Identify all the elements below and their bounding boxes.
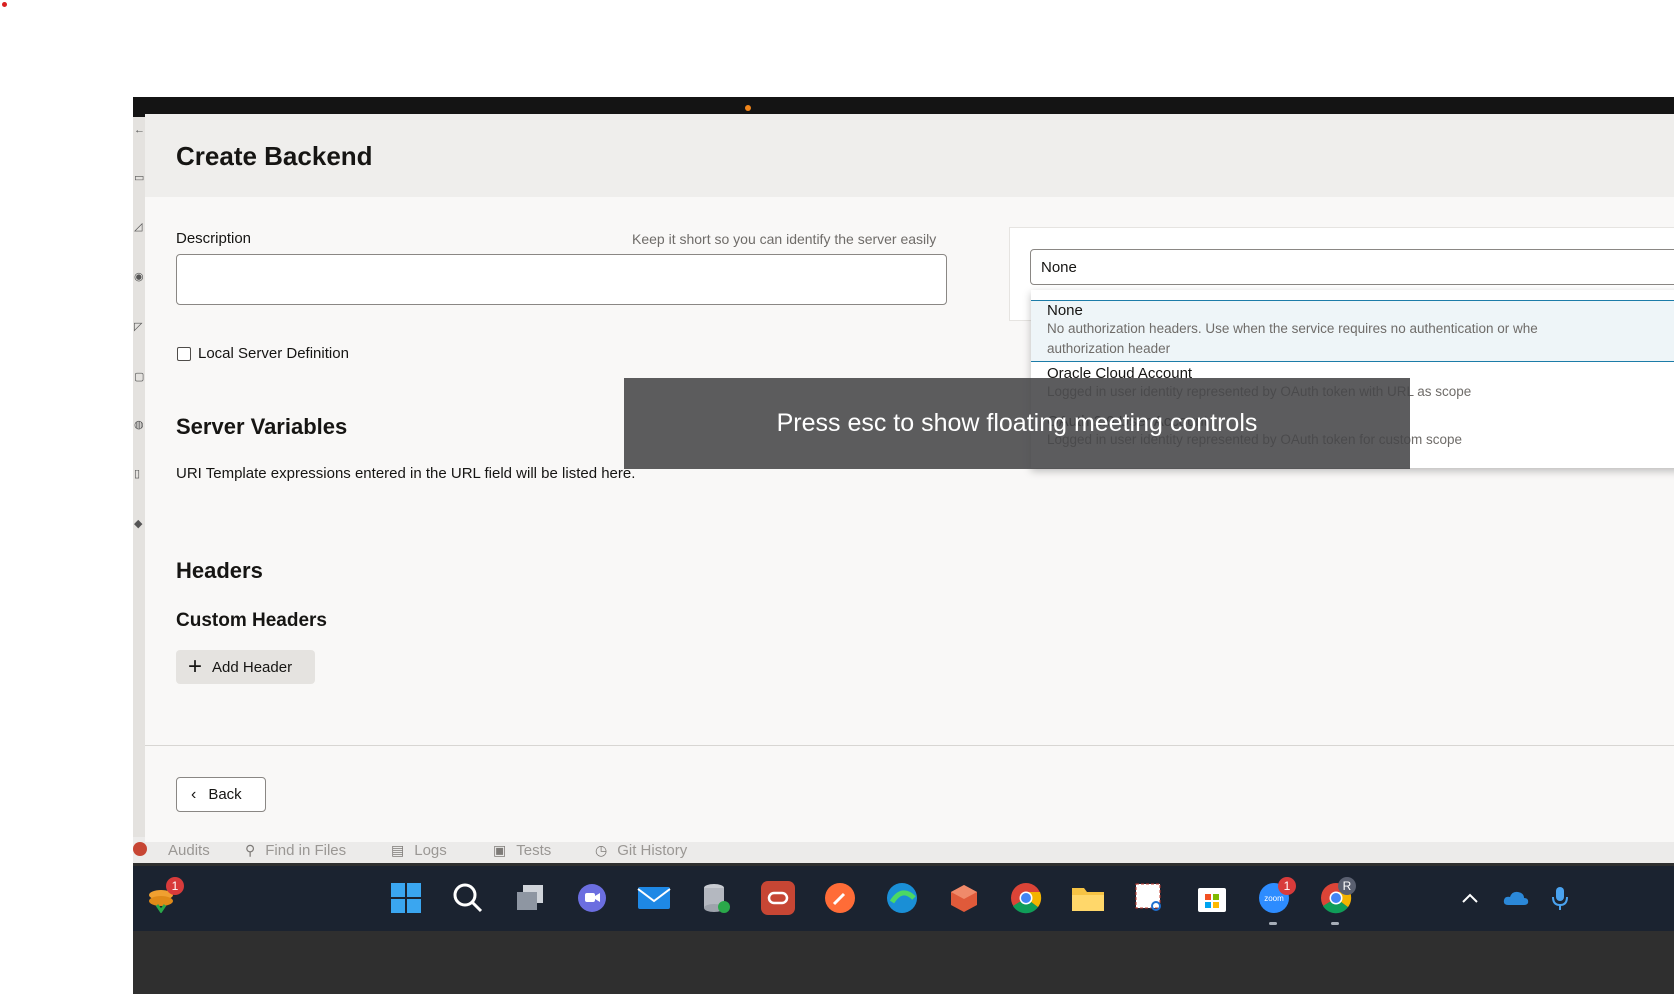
svg-text:zoom: zoom	[1264, 894, 1284, 903]
tab-audits-label: Audits	[168, 842, 210, 859]
description-label: Description	[176, 230, 252, 247]
chrome-icon[interactable]	[1009, 881, 1043, 915]
tab-find-label: Find in Files	[265, 842, 347, 859]
back-label: Back	[208, 786, 242, 803]
chrome-running-indicator	[1331, 922, 1339, 925]
server-variables-title: Server Variables	[176, 414, 348, 439]
server-variables-text: URI Template expressions entered in the …	[176, 465, 636, 482]
option-description: No authorization headers. Use when the s…	[1047, 321, 1538, 336]
tab-git-label: Git History	[617, 842, 688, 859]
tab-find-in-files[interactable]: ⚲ Find in Files	[245, 842, 346, 859]
file-explorer-icon[interactable]	[1071, 881, 1105, 915]
deploy-icon[interactable]: ◿	[134, 222, 144, 233]
share-indicator-dot	[745, 105, 751, 111]
headers-title: Headers	[176, 558, 263, 583]
auth-select[interactable]: None	[1030, 249, 1674, 285]
mail-icon[interactable]	[637, 881, 671, 915]
onedrive-icon[interactable]	[1499, 881, 1533, 915]
search-icon: ⚲	[245, 842, 256, 858]
logs-icon: ▤	[391, 842, 405, 858]
box-icon[interactable]: ▢	[134, 372, 144, 383]
create-backend-dialog: Create Backend Description Keep it short…	[145, 114, 1674, 842]
search-icon[interactable]	[451, 881, 485, 915]
plus-icon: +	[188, 653, 203, 680]
dialog-header: Create Backend	[145, 114, 1674, 197]
teams-chat-icon[interactable]	[575, 881, 609, 915]
monitor-icon[interactable]: ▭	[134, 173, 144, 184]
chevron-up-icon[interactable]	[1453, 881, 1487, 915]
option-title: None	[1047, 302, 1083, 319]
option-description-2: authorization header	[1047, 341, 1171, 356]
edge-icon[interactable]	[885, 881, 919, 915]
taskbar: 1 zoom 1 R	[133, 866, 1674, 931]
description-input[interactable]	[176, 254, 947, 305]
meeting-controls-overlay: Press esc to show floating meeting contr…	[624, 378, 1410, 469]
eye-icon[interactable]: ◉	[134, 272, 144, 283]
tab-tests-label: Tests	[516, 842, 552, 859]
windows-start-icon[interactable]	[389, 881, 423, 915]
cube-app-icon[interactable]	[947, 881, 981, 915]
microsoft-store-icon[interactable]	[1195, 881, 1229, 915]
local-server-label[interactable]: Local Server Definition	[198, 345, 349, 362]
globe-icon[interactable]: ◍	[134, 420, 144, 431]
tab-tests[interactable]: ▣ Tests	[493, 842, 551, 859]
add-header-button[interactable]: + Add Header	[176, 650, 315, 684]
auth-select-value: None	[1041, 259, 1077, 276]
tab-logs-label: Logs	[414, 842, 447, 859]
add-header-label: Add Header	[212, 658, 293, 676]
ide-left-toolbar: ← ▭ ◿ ◉ ◸ ▢ ◍ ▯ ◆	[133, 117, 145, 837]
history-icon: ◷	[595, 842, 608, 858]
chevron-left-icon: ‹	[191, 785, 197, 803]
microphone-icon[interactable]	[1543, 881, 1577, 915]
task-view-icon[interactable]	[513, 881, 547, 915]
rocket-icon[interactable]: ◸	[134, 322, 144, 333]
footer-divider	[145, 745, 1674, 746]
postman-icon[interactable]	[823, 881, 857, 915]
error-icon	[133, 842, 147, 856]
tab-git-history[interactable]: ◷ Git History	[595, 842, 687, 859]
file-icon[interactable]: ▯	[134, 469, 144, 480]
back-button[interactable]: ‹ Back	[176, 777, 266, 812]
tab-audits[interactable]: Audits	[168, 842, 210, 859]
oracle-icon[interactable]	[761, 881, 795, 915]
tab-logs[interactable]: ▤ Logs	[391, 842, 447, 859]
description-hint: Keep it short so you can identify the se…	[632, 231, 937, 247]
custom-headers-title: Custom Headers	[176, 610, 327, 631]
database-icon[interactable]	[699, 881, 733, 915]
auth-option-none[interactable]: None No authorization headers. Use when …	[1031, 300, 1674, 362]
local-server-checkbox[interactable]	[177, 347, 191, 361]
zoom-running-indicator	[1269, 922, 1277, 925]
chrome-profile-badge: R	[1338, 877, 1356, 895]
tests-icon: ▣	[493, 842, 507, 858]
overlay-text: Press esc to show floating meeting contr…	[776, 409, 1258, 437]
back-arrow-icon[interactable]: ←	[134, 125, 145, 136]
snipping-tool-icon[interactable]	[1133, 881, 1167, 915]
notify-badge: 1	[166, 877, 184, 895]
red-dot	[2, 2, 7, 7]
zoom-badge: 1	[1278, 877, 1296, 895]
puzzle-icon[interactable]: ◆	[134, 519, 144, 530]
dialog-title: Create Backend	[176, 141, 373, 171]
